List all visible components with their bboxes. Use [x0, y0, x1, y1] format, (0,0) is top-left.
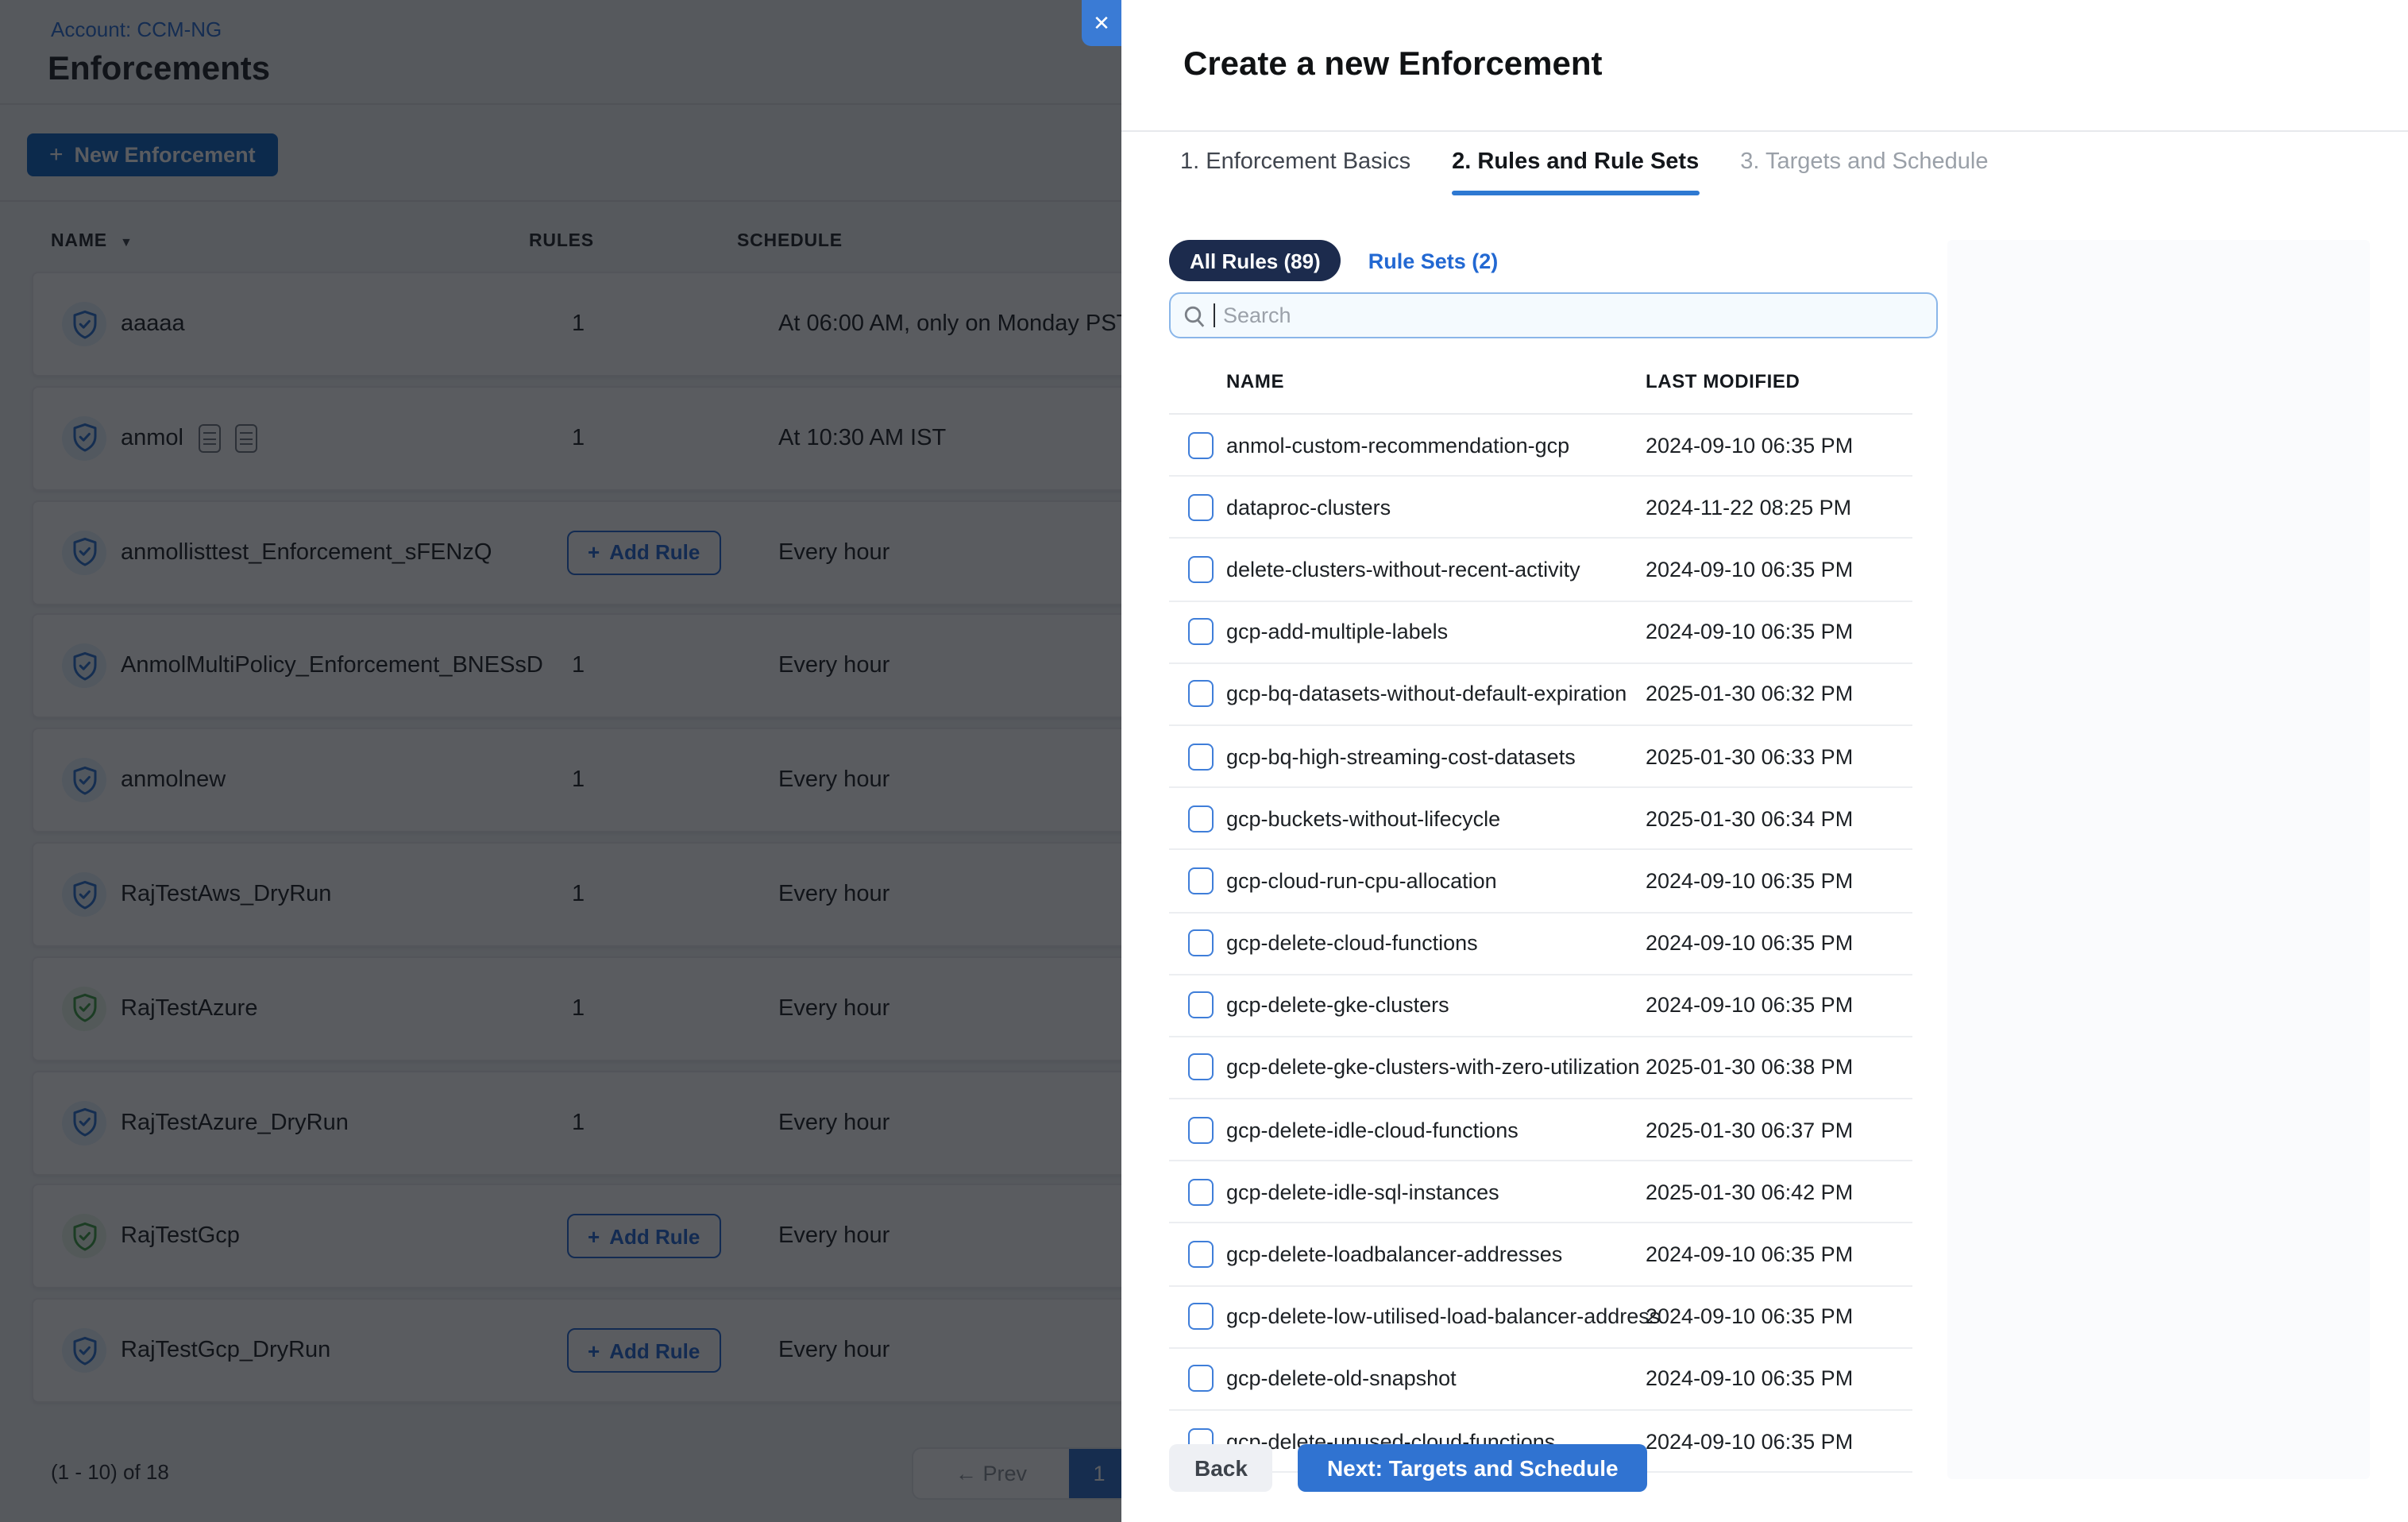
rule-name: gcp-add-multiple-labels [1226, 620, 1448, 643]
rules-filter-toggle: All Rules (89) Rule Sets (2) [1169, 240, 1498, 281]
rule-row[interactable]: anmol-custom-recommendation-gcp 2024-09-1… [1169, 415, 1912, 477]
rule-row[interactable]: gcp-delete-gke-clusters 2024-09-10 06:35 … [1169, 975, 1912, 1037]
rule-checkbox[interactable] [1188, 681, 1214, 708]
rule-name: gcp-bq-high-streaming-cost-datasets [1226, 744, 1576, 768]
rule-checkbox[interactable] [1188, 929, 1214, 956]
rule-last-modified: 2025-01-30 06:42 PM [1646, 1180, 1853, 1204]
rule-last-modified: 2024-11-22 08:25 PM [1646, 496, 1851, 520]
rule-row[interactable]: gcp-delete-loadbalancer-addresses 2024-09… [1169, 1224, 1912, 1286]
rule-name: gcp-cloud-run-cpu-allocation [1226, 869, 1497, 893]
rule-last-modified: 2025-01-30 06:33 PM [1646, 744, 1853, 768]
search-placeholder: Search [1223, 303, 1291, 327]
rule-checkbox[interactable] [1188, 556, 1214, 583]
rule-checkbox[interactable] [1188, 1179, 1214, 1206]
rule-last-modified: 2025-01-30 06:38 PM [1646, 1056, 1853, 1080]
rule-name: dataproc-clusters [1226, 496, 1391, 520]
rule-last-modified: 2024-09-10 06:35 PM [1646, 994, 1853, 1018]
back-button[interactable]: Back [1169, 1444, 1273, 1492]
rule-name: gcp-delete-cloud-functions [1226, 931, 1478, 955]
all-rules-pill[interactable]: All Rules (89) [1169, 240, 1341, 281]
rule-row[interactable]: gcp-delete-old-snapshot 2024-09-10 06:35 … [1169, 1349, 1912, 1411]
rule-checkbox[interactable] [1188, 1366, 1214, 1393]
rule-row[interactable]: gcp-bq-datasets-without-default-expirati… [1169, 664, 1912, 726]
rule-last-modified: 2024-09-10 06:35 PM [1646, 1429, 1853, 1453]
tab-enforcement-basics[interactable]: 1. Enforcement Basics [1180, 130, 1410, 194]
wizard-tabs: 1. Enforcement Basics 2. Rules and Rule … [1180, 130, 1988, 194]
rule-checkbox[interactable] [1188, 494, 1214, 521]
rule-row[interactable]: dataproc-clusters 2024-11-22 08:25 PM [1169, 477, 1912, 539]
rule-last-modified: 2024-09-10 06:35 PM [1646, 1242, 1853, 1266]
panel-footer: Back Next: Targets and Schedule [1169, 1444, 1647, 1492]
rule-checkbox[interactable] [1188, 992, 1214, 1019]
rule-sets-link[interactable]: Rule Sets (2) [1368, 249, 1499, 272]
rule-last-modified: 2025-01-30 06:37 PM [1646, 1118, 1853, 1142]
rule-name: gcp-delete-idle-sql-instances [1226, 1180, 1499, 1204]
rule-name: gcp-bq-datasets-without-default-expirati… [1226, 682, 1627, 706]
rule-checkbox[interactable] [1188, 1116, 1214, 1143]
rule-name: gcp-delete-low-utilised-load-balancer-ad… [1226, 1304, 1660, 1328]
column-header-last-modified: LAST MODIFIED [1646, 370, 1800, 392]
rule-row[interactable]: gcp-add-multiple-labels 2024-09-10 06:35 … [1169, 601, 1912, 663]
rule-name: gcp-buckets-without-lifecycle [1226, 806, 1500, 830]
rule-row[interactable]: gcp-delete-gke-clusters-with-zero-utiliz… [1169, 1037, 1912, 1099]
rule-last-modified: 2024-09-10 06:35 PM [1646, 558, 1853, 581]
rule-row[interactable]: gcp-bq-high-streaming-cost-datasets 2025-… [1169, 726, 1912, 788]
tab-targets-and-schedule[interactable]: 3. Targets and Schedule [1740, 130, 1988, 194]
rule-name: gcp-delete-idle-cloud-functions [1226, 1118, 1519, 1142]
rule-name: gcp-delete-old-snapshot [1226, 1367, 1457, 1391]
rule-row[interactable]: gcp-cloud-run-cpu-allocation 2024-09-10 0… [1169, 851, 1912, 913]
panel-title: Create a new Enforcement [1183, 46, 1603, 84]
rule-name: gcp-delete-gke-clusters [1226, 994, 1449, 1018]
search-input[interactable]: Search [1169, 292, 1938, 338]
text-caret [1214, 303, 1215, 327]
rule-row[interactable]: gcp-delete-idle-sql-instances 2025-01-30 … [1169, 1162, 1912, 1224]
tab-rules-and-rule-sets[interactable]: 2. Rules and Rule Sets [1452, 130, 1699, 194]
rule-checkbox[interactable] [1188, 618, 1214, 645]
rule-row[interactable]: gcp-delete-cloud-functions 2024-09-10 06:… [1169, 913, 1912, 975]
column-header-name: NAME [1226, 370, 1284, 392]
rule-name: gcp-delete-loadbalancer-addresses [1226, 1242, 1562, 1266]
rule-preview-pane [1947, 240, 2370, 1479]
close-icon: ✕ [1093, 10, 1110, 36]
rule-last-modified: 2024-09-10 06:35 PM [1646, 1367, 1853, 1391]
rule-checkbox[interactable] [1188, 743, 1214, 770]
rule-last-modified: 2024-09-10 06:35 PM [1646, 1304, 1853, 1328]
rules-list: anmol-custom-recommendation-gcp 2024-09-1… [1169, 415, 1912, 1473]
rule-row[interactable]: gcp-delete-idle-cloud-functions 2025-01-3… [1169, 1099, 1912, 1161]
rule-last-modified: 2024-09-10 06:35 PM [1646, 869, 1853, 893]
rule-last-modified: 2024-09-10 06:35 PM [1646, 931, 1853, 955]
rule-checkbox[interactable] [1188, 1054, 1214, 1081]
rule-last-modified: 2025-01-30 06:32 PM [1646, 682, 1853, 706]
rule-checkbox[interactable] [1188, 867, 1214, 894]
rule-name: anmol-custom-recommendation-gcp [1226, 433, 1569, 457]
create-enforcement-panel: ✕ Create a new Enforcement 1. Enforcemen… [1121, 0, 2408, 1522]
rule-checkbox[interactable] [1188, 1303, 1214, 1330]
rule-name: delete-clusters-without-recent-activity [1226, 558, 1580, 581]
rule-checkbox[interactable] [1188, 431, 1214, 458]
rule-name: gcp-delete-gke-clusters-with-zero-utiliz… [1226, 1056, 1640, 1080]
rule-row[interactable]: gcp-delete-low-utilised-load-balancer-ad… [1169, 1286, 1912, 1348]
rule-last-modified: 2024-09-10 06:35 PM [1646, 620, 1853, 643]
rule-row[interactable]: delete-clusters-without-recent-activity 2… [1169, 539, 1912, 601]
app-viewport: Account: CCM-NG Enforcements + New Enfor… [0, 0, 2408, 1522]
rule-checkbox[interactable] [1188, 1241, 1214, 1268]
next-targets-schedule-button[interactable]: Next: Targets and Schedule [1299, 1444, 1647, 1492]
rule-checkbox[interactable] [1188, 805, 1214, 832]
rule-last-modified: 2024-09-10 06:35 PM [1646, 433, 1853, 457]
close-button[interactable]: ✕ [1082, 0, 1121, 46]
rule-row[interactable]: gcp-buckets-without-lifecycle 2025-01-30 … [1169, 788, 1912, 850]
rule-last-modified: 2025-01-30 06:34 PM [1646, 806, 1853, 830]
search-icon [1183, 304, 1206, 326]
